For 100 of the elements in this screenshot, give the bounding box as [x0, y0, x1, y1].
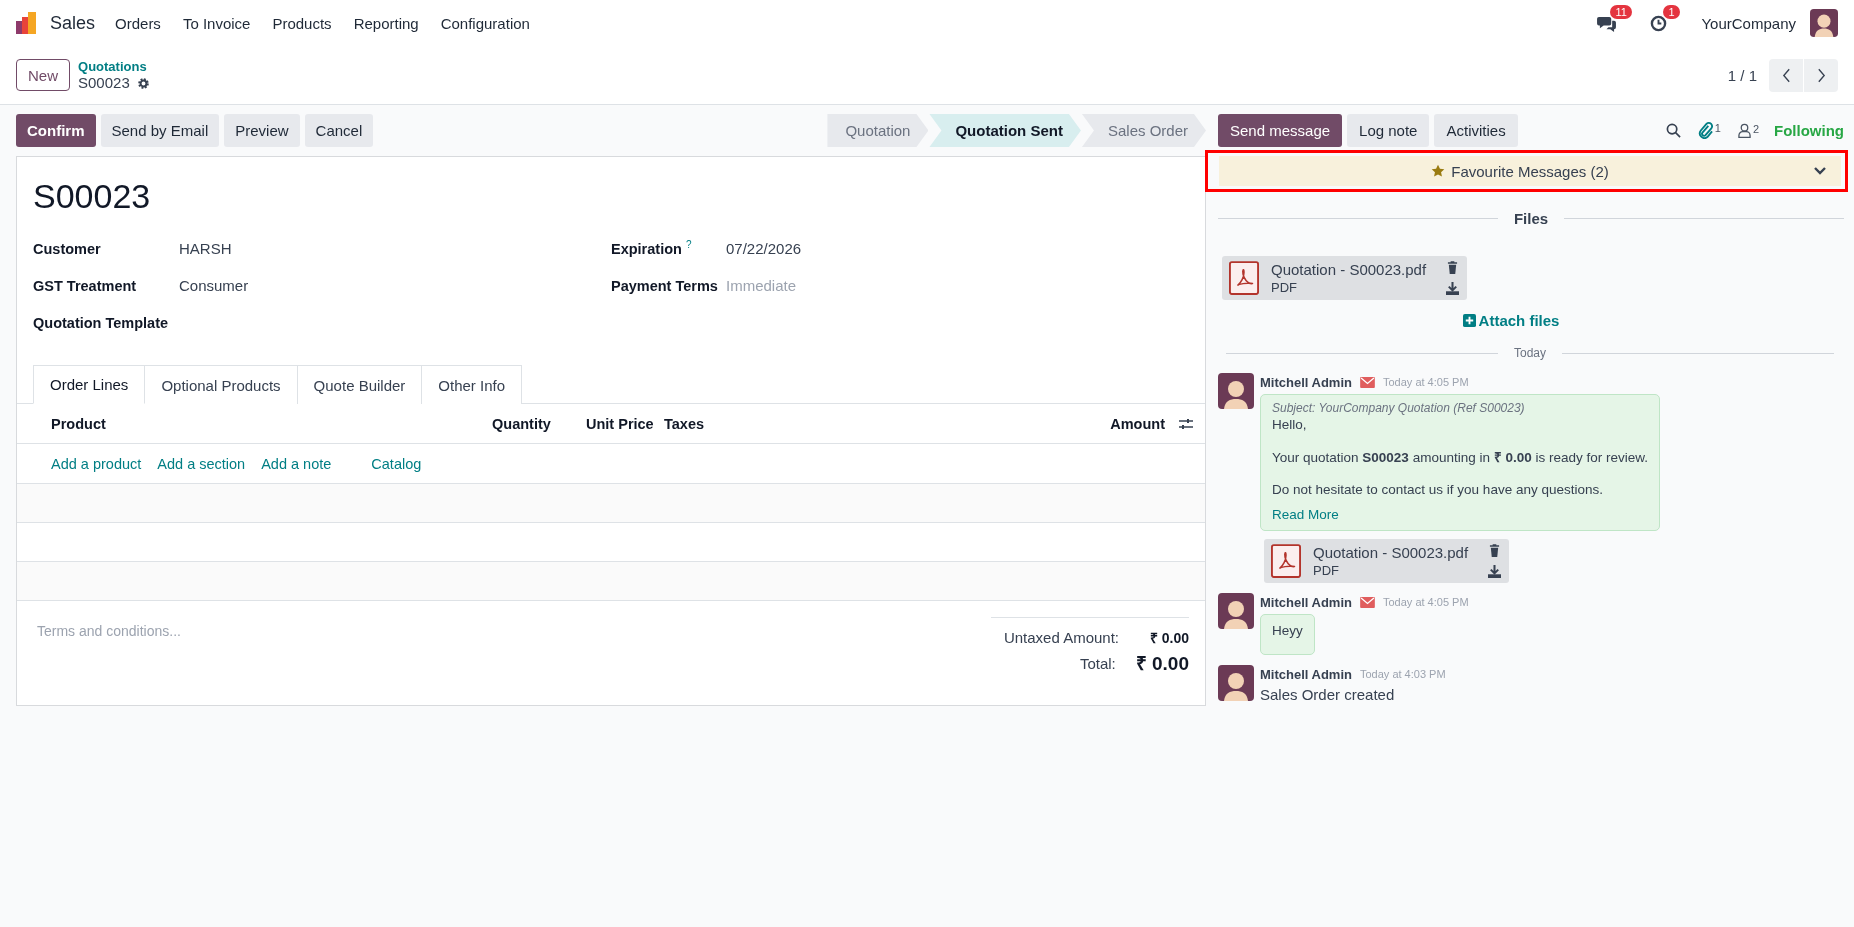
avatar-icon[interactable]: [1810, 9, 1838, 37]
breadcrumb-link[interactable]: Quotations: [78, 59, 150, 75]
menu-item[interactable]: Products: [272, 14, 332, 32]
action-button[interactable]: Cancel: [304, 114, 374, 147]
message-text: Hello,: [1272, 417, 1308, 432]
status-step[interactable]: Quotation Sent: [929, 114, 1081, 147]
form-tab[interactable]: Order Lines: [33, 365, 146, 404]
field-value[interactable]: 07/22/2026: [726, 240, 802, 257]
form-tab[interactable]: Optional Products: [145, 365, 298, 404]
status-step[interactable]: Sales Order: [1081, 114, 1206, 147]
date-separator: Today: [1514, 346, 1546, 360]
column-header[interactable]: Product: [51, 415, 492, 432]
message-author[interactable]: Mitchell Admin: [1260, 666, 1352, 682]
chat-icon[interactable]: [1597, 14, 1617, 32]
gear-icon[interactable]: [136, 76, 150, 90]
favourites-label: Favourite Messages (2): [1451, 162, 1609, 180]
avatar-icon[interactable]: [1218, 593, 1254, 629]
total-label: Total:: [1079, 654, 1116, 672]
column-header[interactable]: Amount: [1110, 415, 1165, 432]
action-button[interactable]: Confirm: [16, 114, 96, 147]
pdf-file-icon: [1271, 544, 1301, 578]
menu-item[interactable]: Configuration: [440, 14, 530, 32]
company-name[interactable]: YourCompany: [1701, 14, 1796, 32]
trash-icon[interactable]: [1447, 261, 1459, 274]
download-icon[interactable]: [1488, 565, 1502, 578]
action-button[interactable]: Send by Email: [100, 114, 220, 147]
message-author[interactable]: Mitchell Admin: [1260, 594, 1352, 610]
record-title: S00023: [32, 176, 152, 217]
message-time: Today at 4:05 PM: [1382, 376, 1469, 388]
avatar-icon[interactable]: [1218, 665, 1254, 701]
file-card[interactable]: Quotation - S00023.pdf PDF: [1264, 539, 1510, 583]
file-type: PDF: [1313, 563, 1340, 578]
star-icon: [1431, 164, 1446, 178]
clock-icon[interactable]: [1650, 14, 1668, 32]
field-label: GST Treatment: [33, 277, 138, 294]
message-author[interactable]: Mitchell Admin: [1260, 374, 1352, 390]
section-heading: Files: [1513, 209, 1549, 227]
total-value: ₹ 0.00: [1148, 628, 1189, 647]
field-label: Customer: [33, 240, 102, 257]
next-button[interactable]: [1804, 58, 1838, 92]
pager-value: 1 / 1: [1727, 66, 1757, 84]
read-more-link[interactable]: Read More: [1272, 507, 1648, 522]
chevron-right-icon: [1816, 67, 1826, 83]
person-icon[interactable]: [1737, 123, 1751, 138]
action-button[interactable]: Preview: [224, 114, 300, 147]
new-button[interactable]: New: [16, 59, 70, 91]
file-name: Quotation - S00023.pdf: [1313, 544, 1469, 561]
chatter-button[interactable]: Send message: [1218, 114, 1343, 147]
add-link[interactable]: Add a section: [157, 455, 246, 472]
chatter-button[interactable]: Activities: [1434, 114, 1518, 147]
column-header[interactable]: Unit Price: [586, 415, 664, 432]
pdf-file-icon: [1229, 261, 1259, 295]
field-value[interactable]: HARSH: [179, 240, 232, 257]
add-link[interactable]: Add a product: [51, 455, 142, 472]
add-link[interactable]: Catalog: [371, 455, 422, 472]
file-card[interactable]: Quotation - S00023.pdf PDF: [1222, 256, 1468, 300]
previous-button[interactable]: [1769, 58, 1803, 92]
message-time: Today at 4:03 PM: [1359, 668, 1446, 680]
menu-item[interactable]: Reporting: [353, 14, 419, 32]
column-header[interactable]: Quantity: [492, 415, 586, 432]
record-name: S00023: [78, 75, 130, 91]
field-label: Expiration: [611, 240, 682, 257]
total-value: ₹ 0.00: [1135, 652, 1189, 676]
notification-badge: 11: [1610, 4, 1632, 19]
form-tab[interactable]: Other Info: [422, 365, 523, 404]
paperclip-icon[interactable]: [1697, 122, 1713, 139]
chatter-button[interactable]: Log note: [1347, 114, 1430, 147]
app-name[interactable]: Sales: [50, 12, 96, 34]
message-text: Do not hesitate to contact us if you have any questions.: [1272, 482, 1604, 497]
attach-files-link[interactable]: Attach files: [1462, 312, 1560, 329]
file-name: Quotation - S00023.pdf: [1271, 261, 1427, 278]
field-value[interactable]: Consumer: [179, 277, 249, 294]
follower-count: 2: [1752, 123, 1759, 135]
message-text: Sales Order created: [1260, 686, 1395, 703]
chevron-down-icon[interactable]: [1813, 166, 1827, 176]
message-text: Your quotation S00023 amounting in ₹ 0.00 is ready for review.: [1272, 449, 1648, 466]
field-label: Payment Terms: [611, 277, 718, 294]
field-label: Quotation Template: [33, 314, 170, 331]
trash-icon[interactable]: [1489, 544, 1501, 557]
avatar-icon[interactable]: [1218, 373, 1254, 409]
notification-badge: 1: [1663, 4, 1680, 19]
message-subject: Subject: YourCompany Quotation (Ref S00023): [1272, 401, 1526, 415]
help-mark[interactable]: ?: [685, 239, 692, 250]
message-time: Today at 4:05 PM: [1382, 596, 1469, 608]
menu-item[interactable]: Orders: [115, 14, 161, 32]
status-step[interactable]: Quotation: [827, 114, 929, 147]
sliders-icon[interactable]: [1179, 417, 1193, 430]
download-icon[interactable]: [1446, 282, 1460, 295]
attachment-count: 1: [1714, 122, 1721, 134]
favourites-bar[interactable]: Favourite Messages (2): [1219, 156, 1841, 186]
column-header[interactable]: Taxes: [664, 415, 1111, 432]
form-tab[interactable]: Quote Builder: [297, 365, 423, 404]
menu-item[interactable]: To Invoice: [182, 14, 251, 32]
total-label: Untaxed Amount:: [1003, 628, 1119, 646]
bar-chart-logo-icon[interactable]: [16, 12, 38, 34]
message-text: Heyy: [1272, 623, 1303, 638]
search-icon[interactable]: [1665, 123, 1681, 138]
plus-icon: [1462, 314, 1476, 327]
add-link[interactable]: Add a note: [261, 455, 332, 472]
file-type: PDF: [1271, 280, 1298, 295]
